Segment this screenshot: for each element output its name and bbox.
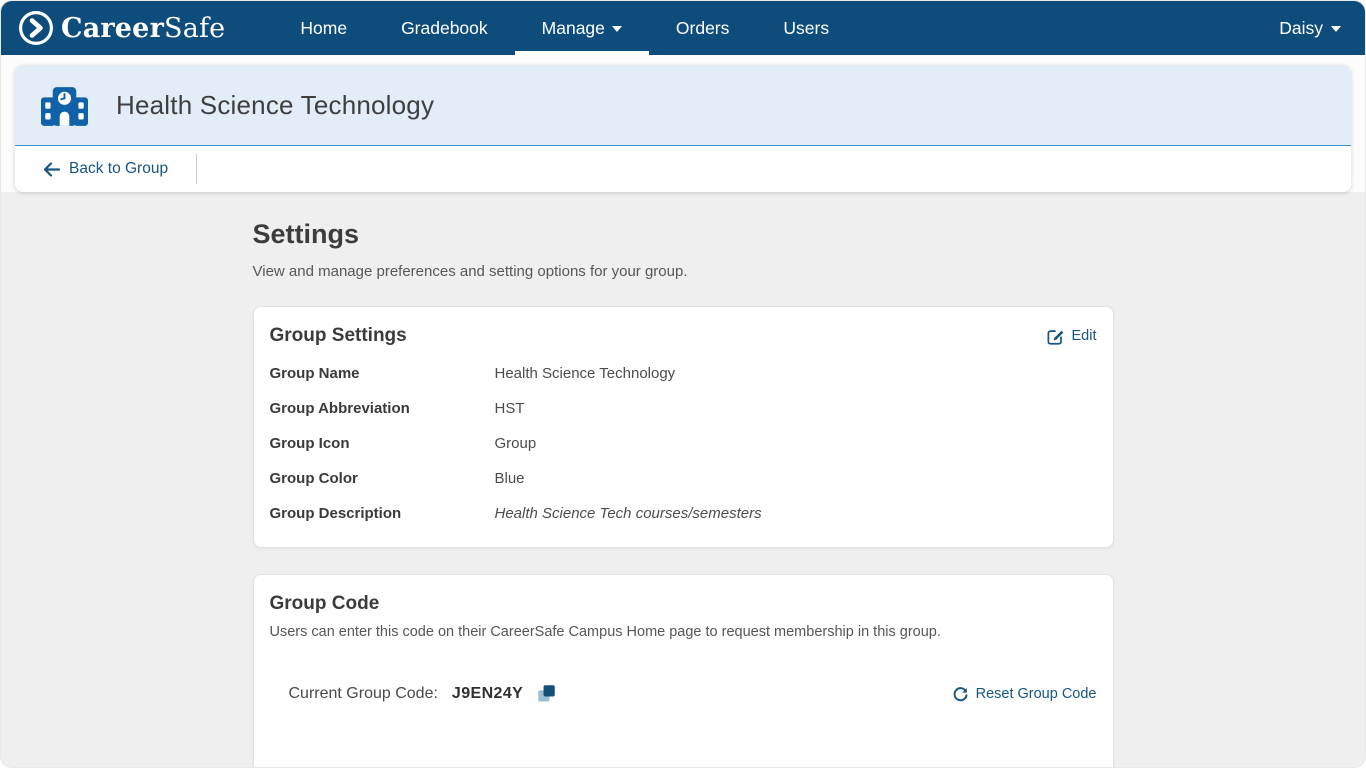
- group-code-row: Current Group Code: J9EN24Y: [270, 680, 1097, 708]
- copy-code-button[interactable]: [537, 684, 556, 708]
- setting-value: Health Science Technology: [495, 363, 676, 385]
- setting-value: Blue: [495, 468, 525, 490]
- group-code-card: Group Code Users can enter this code on …: [253, 574, 1114, 768]
- nav-item-label: Users: [783, 18, 829, 39]
- nav-item-home[interactable]: Home: [273, 1, 374, 55]
- setting-row-group-icon: Group Icon Group: [270, 433, 1097, 455]
- setting-row-group-abbreviation: Group Abbreviation HST: [270, 398, 1097, 420]
- brand-text: CareerSafe: [61, 13, 225, 44]
- nav-item-orders[interactable]: Orders: [649, 1, 756, 55]
- group-toolbar: Back to Group: [15, 146, 1351, 192]
- back-arrow-icon: [43, 162, 60, 177]
- group-code-description: Users can enter this code on their Caree…: [270, 624, 1097, 640]
- edit-label: Edit: [1072, 328, 1097, 344]
- user-menu-label: Daisy: [1279, 18, 1323, 39]
- nav-item-gradebook[interactable]: Gradebook: [374, 1, 515, 55]
- group-settings-rows: Group Name Health Science Technology Gro…: [270, 363, 1097, 525]
- brand-text-light: Safe: [164, 13, 225, 44]
- page-title: Settings: [253, 219, 1114, 250]
- chevron-down-icon: [612, 26, 622, 32]
- user-menu-daisy[interactable]: Daisy: [1279, 1, 1341, 55]
- setting-label: Group Description: [270, 503, 495, 525]
- nav-item-users[interactable]: Users: [756, 1, 856, 55]
- nav-menu: Home Gradebook Manage Orders Users: [273, 1, 856, 55]
- toolbar-divider: [196, 154, 197, 184]
- setting-value: Group: [495, 433, 537, 455]
- setting-label: Group Name: [270, 363, 495, 385]
- edit-pencil-icon: [1046, 327, 1065, 346]
- app-window: CareerSafe Home Gradebook Manage Orders …: [0, 0, 1366, 768]
- brand-text-bold: Career: [61, 13, 164, 44]
- group-code-title: Group Code: [270, 593, 1097, 615]
- back-to-group-link[interactable]: Back to Group: [15, 146, 196, 192]
- reset-group-code-label: Reset Group Code: [976, 686, 1097, 702]
- copy-icon: [537, 684, 556, 703]
- nav-item-label: Home: [300, 18, 347, 39]
- setting-row-group-description: Group Description Health Science Tech co…: [270, 503, 1097, 525]
- group-settings-title: Group Settings: [270, 325, 407, 347]
- careersafe-logo[interactable]: CareerSafe: [19, 1, 225, 55]
- chevron-down-icon: [1331, 26, 1341, 32]
- group-title: Health Science Technology: [116, 90, 434, 121]
- group-settings-card: Group Settings Edit Group Name Health Sc…: [253, 306, 1114, 548]
- setting-label: Group Color: [270, 468, 495, 490]
- setting-label: Group Abbreviation: [270, 398, 495, 420]
- reset-group-code-button[interactable]: Reset Group Code: [952, 686, 1097, 703]
- group-header-card: Health Science Technology Back to Group: [15, 65, 1351, 192]
- group-header-section: Health Science Technology Back to Group: [1, 55, 1365, 192]
- group-code-value: J9EN24Y: [452, 685, 523, 703]
- setting-row-group-color: Group Color Blue: [270, 468, 1097, 490]
- main-content: Settings View and manage preferences and…: [1, 192, 1365, 768]
- page-subtitle: View and manage preferences and setting …: [253, 263, 1114, 280]
- current-group-code-label: Current Group Code:: [289, 685, 438, 703]
- nav-item-label: Orders: [676, 18, 729, 39]
- nav-item-label: Manage: [542, 18, 605, 39]
- nav-item-label: Gradebook: [401, 18, 488, 39]
- group-banner: Health Science Technology: [15, 65, 1351, 146]
- nav-item-manage[interactable]: Manage: [515, 1, 649, 55]
- setting-row-group-name: Group Name Health Science Technology: [270, 363, 1097, 385]
- setting-label: Group Icon: [270, 433, 495, 455]
- back-to-group-label: Back to Group: [69, 160, 168, 178]
- careersafe-logo-icon: [19, 11, 53, 45]
- edit-button[interactable]: Edit: [1046, 327, 1097, 346]
- setting-value: Health Science Tech courses/semesters: [495, 503, 762, 525]
- reset-refresh-icon: [952, 686, 969, 703]
- top-navbar: CareerSafe Home Gradebook Manage Orders …: [1, 1, 1365, 55]
- school-building-icon: [41, 85, 88, 126]
- setting-value: HST: [495, 398, 525, 420]
